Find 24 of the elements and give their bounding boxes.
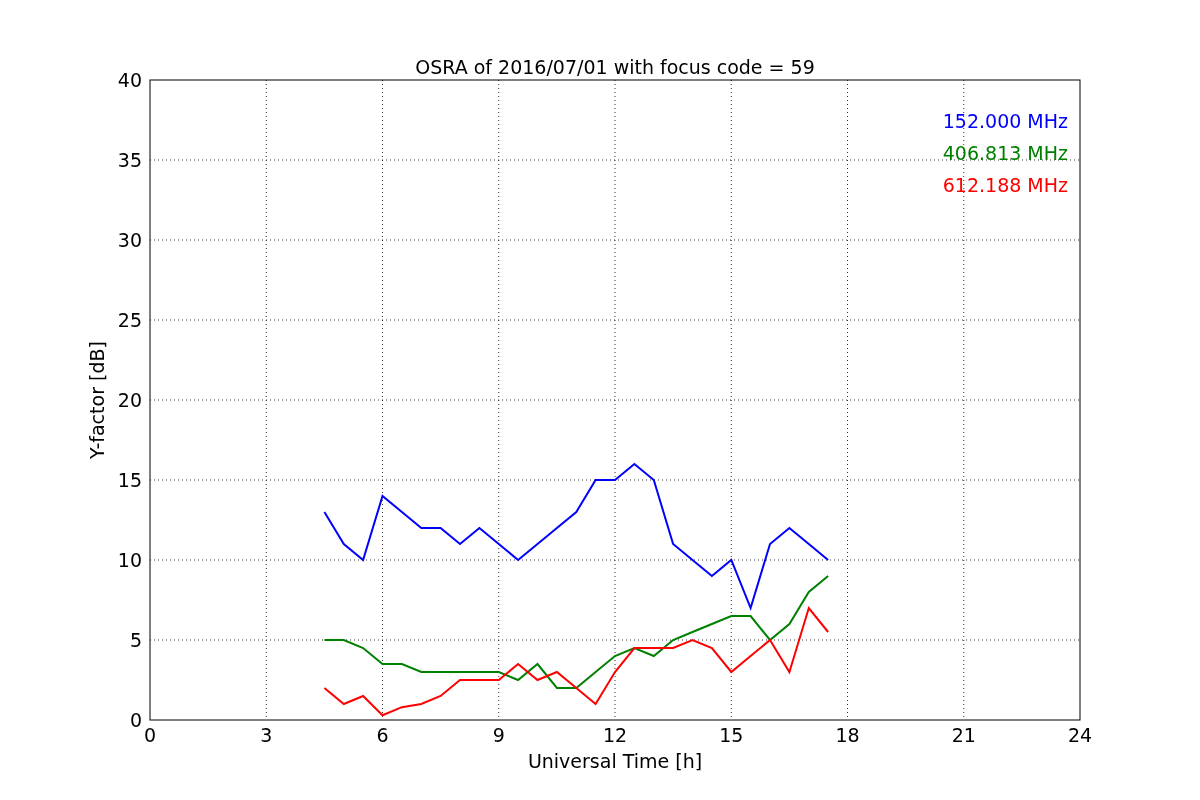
x-tick-label: 9 [492,724,505,746]
x-tick-label: 3 [260,724,273,746]
y-tick-label: 25 [117,309,142,331]
y-tick-label: 35 [117,149,142,171]
legend-label: 612.188 MHz [942,174,1068,196]
x-tick-label: 18 [835,724,860,746]
y-tick-label: 10 [117,549,142,571]
x-tick-label: 24 [1067,724,1093,746]
x-tick-label: 21 [951,724,976,746]
x-axis-label: Universal Time [h] [527,750,703,772]
x-tick-label: 6 [376,724,389,746]
chart-title: OSRA of 2016/07/01 with focus code = 59 [415,56,815,78]
legend-label: 152.000 MHz [942,110,1068,132]
y-tick-label: 30 [117,229,142,251]
y-tick-label: 15 [117,469,142,491]
x-tick-label: 0 [143,724,157,746]
y-tick-label: 40 [117,69,142,91]
x-tick-label: 12 [602,724,628,746]
legend-label: 406.813 MHz [942,142,1068,164]
y-tick-label: 0 [129,709,142,731]
y-axis-label: Y-factor [dB] [86,341,108,459]
x-tick-label: 15 [719,724,744,746]
y-tick-label: 5 [129,629,142,651]
y-tick-label: 20 [117,389,142,411]
